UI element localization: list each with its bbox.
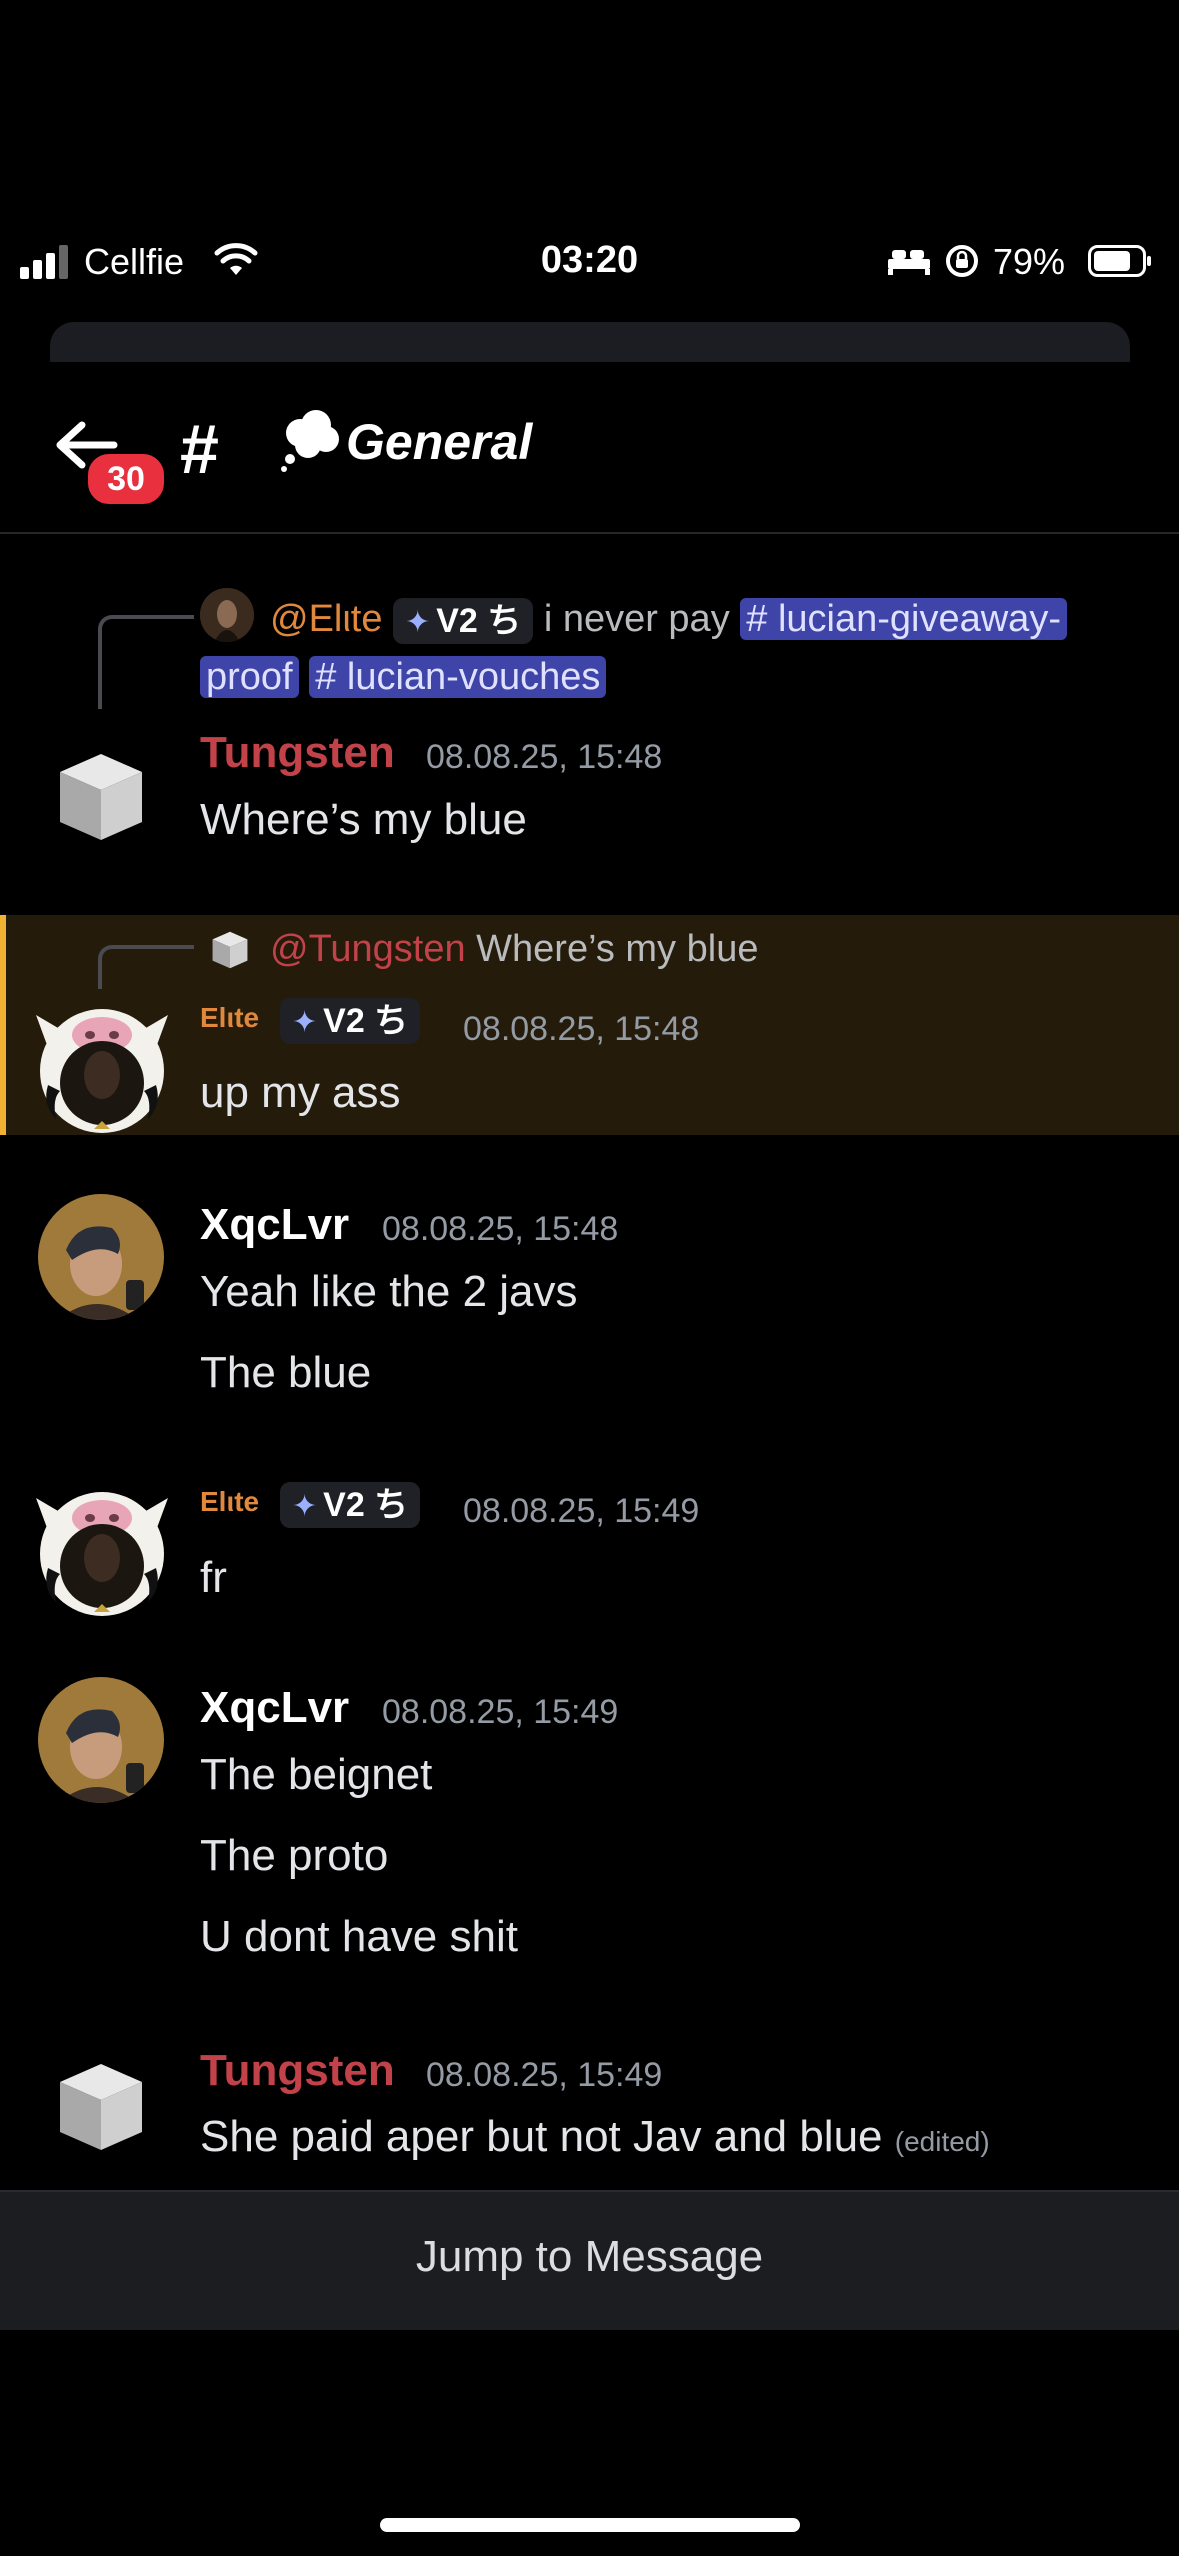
message-timestamp: 08.08.25, 15:48 [463,1010,700,1048]
message-author[interactable]: XqcLvr [200,1200,349,1250]
xqclvr-avatar[interactable] [38,1194,164,1320]
sheet-handle-area [50,322,1130,362]
cube-avatar-small [212,931,248,969]
reply-author[interactable]: @Tungsten [270,928,466,970]
message-author[interactable]: Tungsten [200,2046,395,2096]
edited-label: (edited) [894,2126,990,2157]
message-text: U dont have shit [200,1912,518,1961]
message-timestamp: 08.08.25, 15:49 [426,2056,663,2094]
message-text: The blue [200,1348,372,1397]
reply-preview-line2[interactable]: proof # lucian-vouches [200,648,607,706]
message-timestamp: 08.08.25, 15:48 [426,738,663,776]
home-indicator[interactable] [380,2518,800,2532]
reply-preview[interactable]: @Tungsten Where’s my blue [270,920,758,978]
jump-to-message-button[interactable]: Jump to Message [0,2232,1179,2282]
message-text: Where’s my blue [200,795,527,844]
sleep-mode-icon [888,250,930,275]
message-text: up my ass [200,1068,401,1117]
reply-connector [98,945,194,989]
rotation-lock-icon [946,245,978,277]
battery-icon [1088,245,1151,277]
message-text: She paid aper but not Jav and blue (edit… [200,2112,990,2162]
cow-hood-avatar[interactable] [30,1478,174,1622]
channel-title[interactable]: General [346,413,532,471]
message-text-body: She paid aper but not Jav and blue [200,2112,883,2161]
message-text: fr [200,1553,227,1602]
message-author[interactable]: Tungsten [200,728,395,778]
status-bar: Cellfie 03:20 79% [0,225,1179,295]
message-author[interactable]: Elιte [200,1002,259,1034]
role-tag: ✦ V2 ち [393,597,534,644]
jump-to-message-bar[interactable]: Jump to Message [0,2190,1179,2330]
message-text: Yeah like the 2 javs [200,1267,578,1316]
reply-avatar [200,588,254,642]
xqclvr-avatar[interactable] [38,1677,164,1803]
message-timestamp: 08.08.25, 15:48 [382,1210,619,1248]
reply-body: Where’s my blue [476,928,759,970]
channel-header: 30 # General [0,395,1179,535]
diamond-icon: ✦ [292,1490,318,1523]
message-timestamp: 08.08.25, 15:49 [382,1693,619,1731]
reply-author[interactable]: @Elιte [270,598,383,640]
cube-avatar-tungsten[interactable] [56,2060,146,2154]
message-author[interactable]: XqcLvr [200,1683,349,1733]
cube-avatar-tungsten[interactable] [56,750,146,844]
reply-connector [98,615,194,709]
diamond-icon: ✦ [405,605,431,639]
unread-count-badge: 30 [84,450,168,508]
channel-hash-icon: # [180,410,219,488]
thought-bubble-icon [281,410,339,472]
reply-body: i never pay [543,598,730,640]
cow-hood-avatar[interactable] [30,995,174,1139]
role-tag: ✦ V2 ち [280,1482,421,1528]
channel-link-giveaway[interactable]: # lucian-giveaway- [740,598,1067,640]
message-timestamp: 08.08.25, 15:49 [463,1492,700,1530]
battery-percent: 79% [993,241,1066,282]
reply-preview[interactable]: @Elιte ✦ V2 ち i never pay # lucian-giveaw… [270,590,1130,648]
header-divider [0,532,1179,534]
role-tag: ✦ V2 ち [280,998,421,1044]
message-text: The proto [200,1831,389,1880]
diamond-icon: ✦ [292,1006,318,1039]
channel-link-vouches[interactable]: # lucian-vouches [309,656,607,698]
message-author[interactable]: Elιte [200,1486,259,1518]
channel-link-giveaway-cont[interactable]: proof [200,656,299,698]
message-text: The beignet [200,1750,433,1799]
